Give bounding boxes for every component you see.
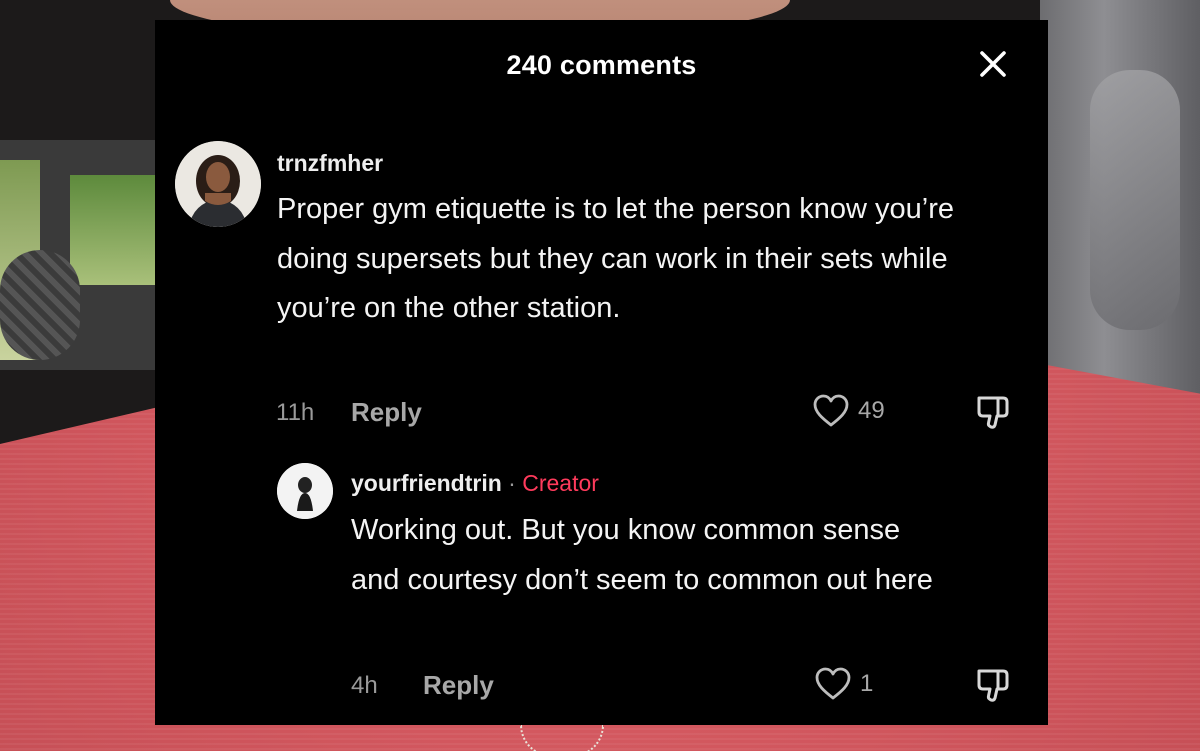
comment-username[interactable]: trnzfmher [277, 150, 383, 177]
reply-username: yourfriendtrin · Creator [351, 470, 599, 497]
like-count: 49 [858, 397, 885, 424]
comment-text: Proper gym etiquette is to let the perso… [277, 193, 955, 324]
like-count: 1 [860, 670, 874, 697]
background-seat-belt [1090, 70, 1180, 330]
reply-timestamp: 4h [351, 672, 378, 699]
reply-button[interactable]: Reply [423, 670, 494, 701]
close-button[interactable] [975, 46, 1011, 82]
reply-button[interactable]: Reply [351, 397, 422, 428]
comments-count-title: 240 comments [506, 50, 697, 80]
background-car-window-right [70, 175, 160, 285]
like-button[interactable]: 49 [812, 393, 885, 429]
avatar-photo [175, 141, 261, 227]
avatar[interactable] [175, 141, 261, 227]
thumbs-down-icon [977, 669, 1009, 702]
background-necklace [520, 725, 604, 751]
heart-icon [813, 394, 849, 427]
reply-text: Working out. But you know common sense a… [351, 514, 933, 596]
avatar[interactable] [277, 463, 333, 519]
thumbs-down-icon [977, 396, 1009, 429]
username-separator: · [508, 470, 516, 496]
like-button[interactable]: 1 [814, 666, 873, 702]
avatar-photo [277, 463, 333, 519]
comments-panel: 240 comments trnzfmher Proper gym etique… [155, 20, 1048, 725]
creator-badge: Creator [522, 470, 599, 496]
close-icon [980, 51, 1006, 77]
dislike-button[interactable] [973, 665, 1013, 705]
comment-timestamp: 11h [276, 399, 315, 426]
reply-username-text[interactable]: yourfriendtrin [351, 470, 502, 496]
background-spare-tire [0, 250, 80, 360]
heart-icon [815, 667, 851, 700]
dislike-button[interactable] [973, 392, 1013, 432]
